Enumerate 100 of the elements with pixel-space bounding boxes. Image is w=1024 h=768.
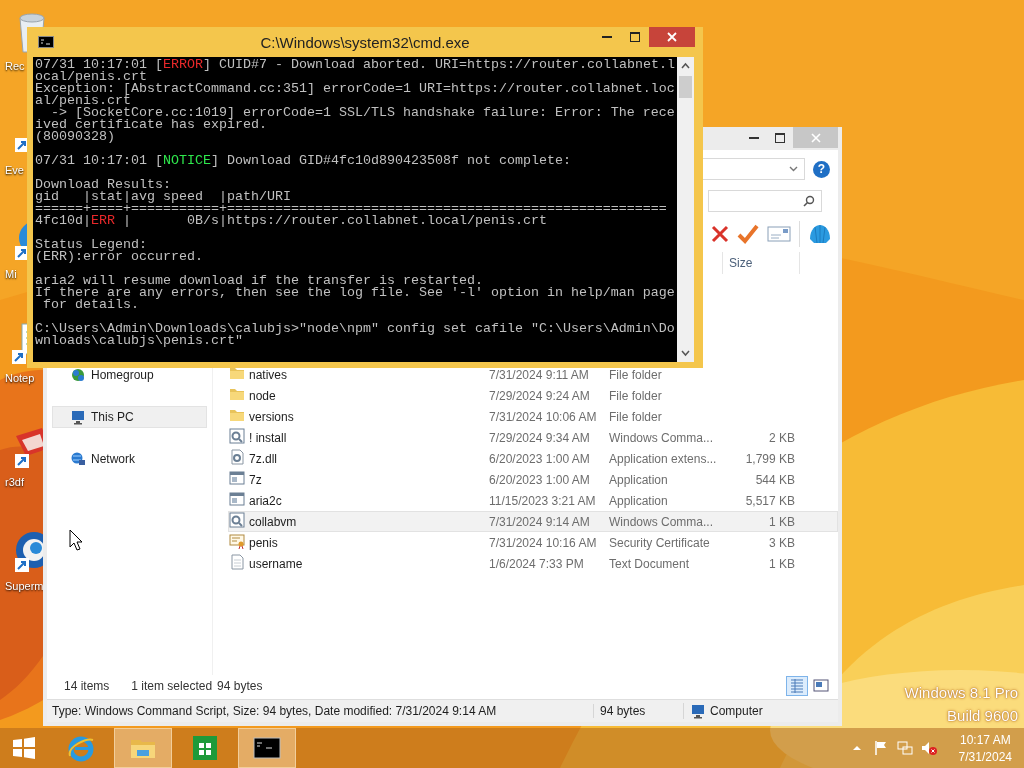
window-title: C:\Windows\system32\cmd.exe xyxy=(260,34,470,51)
cross-icon[interactable] xyxy=(711,225,729,243)
edition-text: Windows 8.1 Pro xyxy=(904,684,1018,701)
file-size: 3 KB xyxy=(768,535,796,550)
computer-icon xyxy=(70,409,86,425)
desktop-icon-label[interactable]: r3df xyxy=(0,476,24,488)
file-type: Windows Comma... xyxy=(609,514,715,529)
file-date: 11/15/2023 3:21 AM xyxy=(489,493,597,508)
file-name: node xyxy=(249,388,277,403)
store-icon xyxy=(191,734,219,762)
browser-e-icon xyxy=(67,734,95,762)
network-icon xyxy=(70,451,86,467)
maximize-icon xyxy=(630,32,640,42)
file-size: 5,517 KB xyxy=(744,493,796,508)
console-line: 07/31 10:17:01 [NOTICE] Download GID#4fc10d890423508f not complete: xyxy=(35,155,572,167)
file-name: 7z xyxy=(249,472,263,487)
file-name: versions xyxy=(249,409,295,424)
file-date: 7/31/2024 10:06 AM xyxy=(489,409,598,424)
file-row[interactable]: 7z 6/20/2023 1:00 AM Application 544 KB xyxy=(228,469,838,490)
taskbar-button[interactable] xyxy=(238,728,296,768)
folder-icon xyxy=(229,365,245,381)
file-type: File folder xyxy=(609,367,663,382)
maximize-icon xyxy=(775,132,785,143)
document-icon xyxy=(229,554,245,570)
file-type: Windows Comma... xyxy=(609,430,715,445)
card-icon[interactable] xyxy=(767,225,791,243)
details-view-icon xyxy=(789,678,805,694)
status-location: Computer xyxy=(710,704,763,718)
certificate-icon xyxy=(229,533,245,549)
file-name: aria2c xyxy=(249,493,283,508)
checkmark-icon[interactable] xyxy=(737,223,759,245)
selection-text: 1 item selected xyxy=(131,679,213,693)
file-name: ! install xyxy=(249,430,288,445)
window-icon xyxy=(229,470,245,486)
console-line: al/penis.crt xyxy=(35,95,131,107)
nav-item[interactable]: Network xyxy=(52,448,207,470)
file-type: File folder xyxy=(609,388,663,403)
console-line: gid |stat|avg speed |path/URI xyxy=(35,191,292,203)
file-name: penis xyxy=(249,535,279,550)
console-icon xyxy=(38,36,54,48)
column-header[interactable]: Size xyxy=(722,252,800,274)
console-line: wnloads\calubjs\penis.crt" xyxy=(35,335,243,347)
file-date: 1/6/2024 7:33 PM xyxy=(489,556,585,571)
view-button[interactable] xyxy=(786,676,808,696)
file-row[interactable]: aria2c 11/15/2023 3:21 AM Application 5,517 KB xyxy=(228,490,838,511)
network-icon[interactable] xyxy=(896,740,913,756)
file-date: 7/29/2024 9:34 AM xyxy=(489,430,591,445)
console-icon xyxy=(253,734,281,762)
gear-page-icon xyxy=(229,449,245,465)
file-row[interactable]: versions 7/31/2024 10:06 AM File folder xyxy=(228,406,838,427)
nav-item[interactable]: Homegroup xyxy=(52,364,207,386)
file-type: Application extens... xyxy=(609,451,718,466)
speaker-icon[interactable] xyxy=(920,740,937,756)
file-size: 1,799 KB xyxy=(744,451,796,466)
file-type: File folder xyxy=(609,409,663,424)
edition-text: Build 9600 xyxy=(947,707,1018,724)
shell-icon[interactable] xyxy=(808,223,832,245)
scroll-thumb[interactable] xyxy=(679,76,692,98)
flag-icon[interactable] xyxy=(872,740,889,756)
nav-item[interactable]: This PC xyxy=(52,406,207,428)
selection-size: 94 bytes xyxy=(217,679,263,693)
file-size: 544 KB xyxy=(754,472,796,487)
file-row[interactable]: node 7/29/2024 9:24 AM File folder xyxy=(228,385,838,406)
file-row[interactable]: penis 7/31/2024 10:16 AM Security Certificate 3 KB xyxy=(228,532,838,553)
console-line: Exception: [AbstractCommand.cc:351] errorCode=1 URI=https://router.collabnet.loc xyxy=(35,83,676,95)
console-line: for details. xyxy=(42,299,140,311)
file-date: 6/20/2023 1:00 AM xyxy=(489,472,591,487)
file-name: natives xyxy=(249,367,289,382)
desktop-icon-label[interactable]: Superm xyxy=(0,580,44,592)
windows-logo-icon xyxy=(12,736,36,760)
search-field[interactable] xyxy=(708,190,822,212)
file-row[interactable]: ! install 7/29/2024 9:34 AM Windows Comma... 2 KB xyxy=(228,427,838,448)
file-type: Application xyxy=(609,493,669,508)
file-name: username xyxy=(249,556,304,571)
file-size: 1 KB xyxy=(768,556,796,571)
close-button[interactable] xyxy=(649,27,695,47)
file-size: 2 KB xyxy=(768,430,796,445)
file-row[interactable]: collabvm 7/31/2024 9:14 AM Windows Comma... 1 KB xyxy=(228,511,838,532)
minimize-icon xyxy=(602,36,612,38)
console-line: Download Results: xyxy=(35,179,171,191)
file-type: Security Certificate xyxy=(609,535,711,550)
scrollbar[interactable] xyxy=(677,57,694,362)
console-line: If there are any errors, then see the log file. See '-l' option in help/man page xyxy=(35,287,676,299)
file-row[interactable]: 7z.dll 6/20/2023 1:00 AM Application extens... 1,799 KB xyxy=(228,448,838,469)
file-name: collabvm xyxy=(249,514,298,529)
console-line: aria2 will resume download if the transfer is restarted. xyxy=(35,275,484,287)
folder-icon xyxy=(229,386,245,402)
file-row[interactable]: natives 7/31/2024 9:11 AM File folder xyxy=(228,364,838,385)
console-line: -> [SocketCore.cc:1019] errorCode=1 SSL/TLS handshake failure: Error: The rece xyxy=(51,107,676,119)
file-type: Application xyxy=(609,472,669,487)
file-row[interactable]: username 1/6/2024 7:33 PM Text Document 1 KB xyxy=(228,553,838,574)
minimize-icon xyxy=(749,136,759,139)
help-button[interactable]: ? xyxy=(813,160,830,178)
file-type: Text Document xyxy=(609,556,691,571)
console-line: C:\Users\Admin\Downloads\calubjs>"node\npm" config set cafile "C:\Users\Admin\Do xyxy=(35,323,676,335)
console-line: 4fc10d|ERR | 0B/s|https://router.collabnet.local/penis.crt xyxy=(35,215,548,227)
status-info: Type: Windows Command Script, Size: 94 bytes, Date modified: 7/31/2024 9:14 AM xyxy=(51,704,498,718)
cursor-icon xyxy=(69,529,83,551)
file-date: 7/31/2024 9:14 AM xyxy=(489,514,591,529)
tiles-view-icon xyxy=(813,678,829,694)
